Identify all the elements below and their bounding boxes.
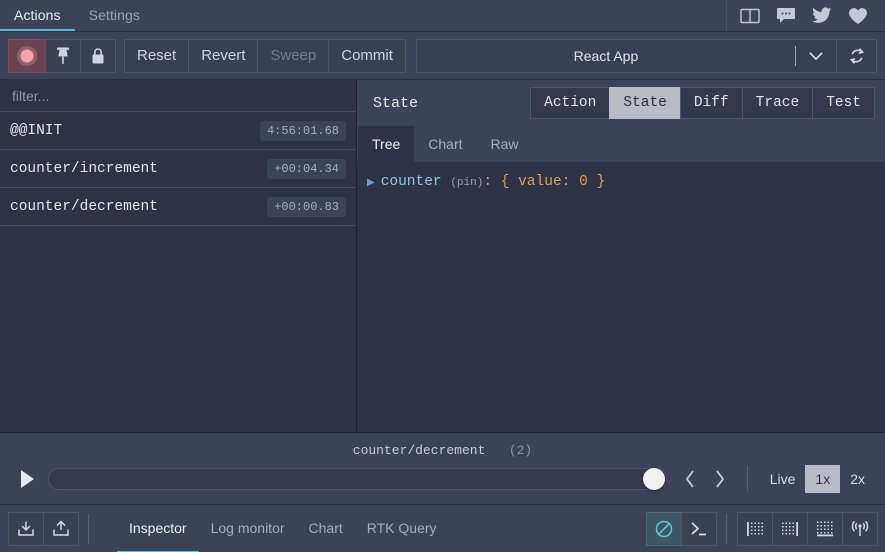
tree-pin-label: (pin) xyxy=(450,177,484,189)
play-button[interactable] xyxy=(10,462,44,496)
top-icon-group xyxy=(726,0,885,31)
chevron-down-icon[interactable] xyxy=(796,51,836,61)
tree-prop-value: 0 xyxy=(579,174,588,190)
subtab-tree[interactable]: Tree xyxy=(358,126,415,162)
bottom-separator xyxy=(88,513,89,544)
action-timestamp: +00:04.34 xyxy=(267,158,346,179)
toolbar-action-group: Reset Revert Sweep Commit xyxy=(124,38,406,73)
tree-close-brace: } xyxy=(596,174,606,190)
slider-caption-action: counter/decrement xyxy=(352,443,486,458)
speed-1x-button[interactable]: 1x xyxy=(805,465,841,493)
action-name: counter/increment xyxy=(10,160,158,177)
main-content: @@INIT 4:56:01.68 counter/increment +00:… xyxy=(0,80,885,432)
filter-input[interactable] xyxy=(10,86,346,105)
prev-action-button[interactable] xyxy=(675,462,705,496)
action-timestamp: 4:56:01.68 xyxy=(259,120,346,141)
slider-row: Live 1x 2x xyxy=(10,462,875,496)
slider-caption-count: (2) xyxy=(508,443,533,458)
table-row[interactable]: counter/decrement +00:00.83 xyxy=(0,188,356,226)
table-row[interactable]: counter/increment +00:04.34 xyxy=(0,150,356,188)
tab-test[interactable]: Test xyxy=(812,87,875,119)
slider-thumb[interactable] xyxy=(642,468,665,490)
instance-select-label: React App xyxy=(573,47,639,64)
refresh-button[interactable] xyxy=(837,38,877,73)
pin-icon[interactable] xyxy=(45,38,81,73)
chat-icon[interactable] xyxy=(773,4,799,28)
main-toolbar: Reset Revert Sweep Commit React App xyxy=(0,32,885,80)
state-tree: ▶ counter (pin) : { value: 0 } xyxy=(357,162,885,432)
monitor-tabs: Inspector Log monitor Chart RTK Query xyxy=(117,505,449,552)
tree-row[interactable]: ▶ counter (pin) : { value: 0 } xyxy=(367,174,875,190)
twitter-icon[interactable] xyxy=(809,4,835,28)
tab-log-monitor[interactable]: Log monitor xyxy=(199,505,297,552)
subtab-chart[interactable]: Chart xyxy=(414,126,476,162)
redux-devtools-window: Actions Settings Reset Revert Sweep Comm… xyxy=(0,0,885,552)
import-icon[interactable] xyxy=(8,511,44,546)
dock-bottom-icon[interactable] xyxy=(807,511,843,546)
tab-actions[interactable]: Actions xyxy=(0,0,75,31)
revert-button[interactable]: Revert xyxy=(188,38,259,73)
import-export-group xyxy=(8,511,79,546)
dock-left-icon[interactable] xyxy=(737,511,773,546)
terminal-icon[interactable] xyxy=(681,511,717,546)
instance-select[interactable]: React App xyxy=(415,38,837,73)
tab-settings[interactable]: Settings xyxy=(75,0,154,31)
subtab-raw[interactable]: Raw xyxy=(477,126,533,162)
dock-right-icon[interactable] xyxy=(772,511,808,546)
page-title: State xyxy=(373,94,419,112)
dispatcher-icon[interactable] xyxy=(646,511,682,546)
slider-track[interactable] xyxy=(48,468,667,490)
record-button[interactable] xyxy=(8,38,46,73)
dock-separator xyxy=(726,513,727,544)
speed-group: Live 1x 2x xyxy=(760,465,875,493)
book-icon[interactable] xyxy=(737,4,763,28)
top-tabs: Actions Settings xyxy=(0,0,154,31)
tab-action[interactable]: Action xyxy=(530,87,611,119)
action-name: counter/decrement xyxy=(10,198,158,215)
export-icon[interactable] xyxy=(43,511,79,546)
tree-prop-name: value: xyxy=(518,174,571,190)
slider-monitor: counter/decrement (2) Live 1x 2x xyxy=(0,432,885,504)
top-tab-bar: Actions Settings xyxy=(0,0,885,32)
chevron-right-icon[interactable]: ▶ xyxy=(367,177,375,189)
tree-colon: : xyxy=(483,174,493,190)
bottom-right-buttons xyxy=(646,511,878,546)
top-bar-spacer xyxy=(154,0,726,31)
tab-state[interactable]: State xyxy=(609,87,681,119)
tree-key: counter xyxy=(380,174,442,190)
next-action-button[interactable] xyxy=(705,462,735,496)
heart-icon[interactable] xyxy=(845,4,871,28)
slider-separator xyxy=(746,466,748,492)
inspector-panel: State Action State Diff Trace Test Tree … xyxy=(357,80,885,432)
toolbar-icon-group xyxy=(8,38,116,73)
reset-button[interactable]: Reset xyxy=(124,38,190,73)
action-name: @@INIT xyxy=(10,122,63,139)
speed-2x-button[interactable]: 2x xyxy=(840,465,875,493)
inspector-subtabs: Tree Chart Raw xyxy=(357,126,885,162)
tab-trace[interactable]: Trace xyxy=(741,87,814,119)
broadcast-icon[interactable] xyxy=(842,511,878,546)
bottom-bar: Inspector Log monitor Chart RTK Query xyxy=(0,504,885,552)
commit-button[interactable]: Commit xyxy=(328,38,406,73)
tab-chart[interactable]: Chart xyxy=(297,505,355,552)
lock-icon[interactable] xyxy=(80,38,116,73)
inspector-tabs: Action State Diff Trace Test xyxy=(530,87,875,119)
sweep-button[interactable]: Sweep xyxy=(257,38,330,73)
slider-caption: counter/decrement (2) xyxy=(10,443,875,458)
filter-row xyxy=(0,80,356,112)
action-list: @@INIT 4:56:01.68 counter/increment +00:… xyxy=(0,112,356,432)
timeline-slider[interactable] xyxy=(48,466,667,492)
tab-rtk-query[interactable]: RTK Query xyxy=(355,505,449,552)
live-button[interactable]: Live xyxy=(760,465,806,493)
actions-panel: @@INIT 4:56:01.68 counter/increment +00:… xyxy=(0,80,357,432)
inspector-header: State Action State Diff Trace Test xyxy=(357,80,885,126)
tab-diff[interactable]: Diff xyxy=(679,87,743,119)
action-timestamp: +00:00.83 xyxy=(267,196,346,217)
table-row[interactable]: @@INIT 4:56:01.68 xyxy=(0,112,356,150)
tab-inspector[interactable]: Inspector xyxy=(117,505,199,552)
tree-open-brace: { xyxy=(500,174,510,190)
